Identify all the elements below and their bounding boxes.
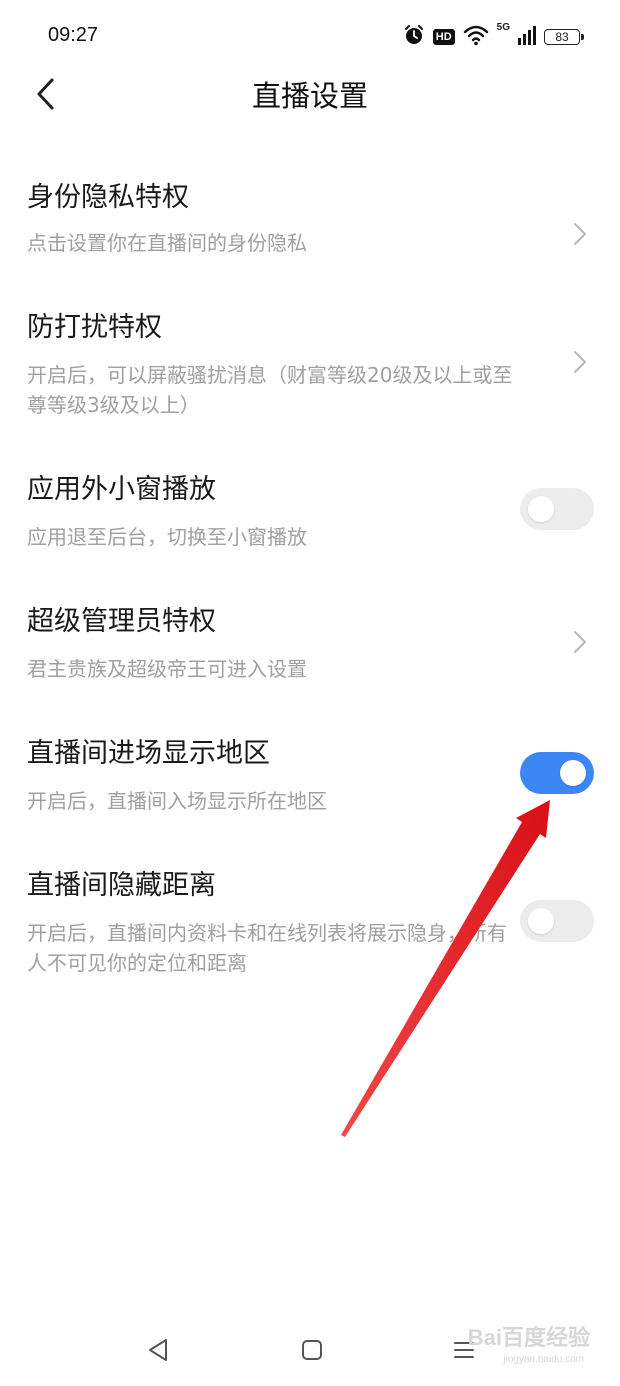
setting-desc: 君主贵族及超级帝王可进入设置: [27, 657, 307, 681]
watermark-url: jingyan.baidu.com: [503, 1354, 584, 1365]
battery-level: 83: [555, 30, 569, 44]
setting-desc: 开启后，直播间入场显示所在地区: [27, 789, 327, 813]
page-title: 直播设置: [251, 79, 368, 113]
watermark-logo: Bai百度经验: [467, 1325, 590, 1350]
toggle-knob: [528, 908, 554, 934]
home-square-icon[interactable]: [294, 1332, 330, 1368]
entry-region-toggle[interactable]: [520, 752, 594, 794]
setting-floating-window: 应用外小窗播放 应用退至后台，切换至小窗播放: [0, 470, 620, 590]
status-icons: HD 5G 83: [403, 22, 584, 50]
network-label: 5G: [496, 22, 510, 33]
wifi-icon: [463, 24, 489, 50]
floating-window-toggle[interactable]: [520, 488, 594, 530]
chevron-right-icon[interactable]: [570, 220, 590, 248]
setting-anti-disturb[interactable]: 防打扰特权 开启后，可以屏蔽骚扰消息（财富等级20级及以上或至尊等级3级及以上）: [0, 308, 620, 458]
signal-icon: [518, 25, 536, 49]
setting-title: 直播间隐藏距离: [27, 870, 216, 901]
setting-title: 直播间进场显示地区: [27, 738, 270, 769]
setting-title: 身份隐私特权: [27, 182, 189, 213]
setting-super-admin[interactable]: 超级管理员特权 君主贵族及超级帝王可进入设置: [0, 602, 620, 722]
alarm-icon: [403, 24, 425, 50]
setting-desc: 开启后，直播间内资料卡和在线列表将展示隐身，所有人不可见你的定位和距离: [27, 921, 507, 975]
setting-hide-distance: 直播间隐藏距离 开启后，直播间内资料卡和在线列表将展示隐身，所有人不可见你的定位…: [0, 866, 620, 996]
toggle-knob: [560, 760, 586, 786]
back-triangle-icon[interactable]: [140, 1332, 176, 1368]
setting-identity-privacy[interactable]: 身份隐私特权 点击设置你在直播间的身份隐私: [0, 178, 620, 298]
chevron-right-icon[interactable]: [570, 628, 590, 656]
setting-title: 应用外小窗播放: [27, 474, 216, 505]
hide-distance-toggle[interactable]: [520, 900, 594, 942]
setting-desc: 应用退至后台，切换至小窗播放: [27, 525, 307, 549]
toggle-knob: [528, 496, 554, 522]
setting-desc: 开启后，可以屏蔽骚扰消息（财富等级20级及以上或至尊等级3级及以上）: [27, 363, 513, 417]
hd-icon: HD: [432, 29, 455, 45]
setting-title: 超级管理员特权: [27, 606, 216, 637]
status-time: 09:27: [48, 24, 99, 46]
chevron-right-icon[interactable]: [570, 348, 590, 376]
status-bar: 09:27 HD 5G 83: [0, 0, 620, 74]
battery-icon: 83: [544, 29, 584, 45]
setting-title: 防打扰特权: [27, 312, 162, 343]
setting-entry-region: 直播间进场显示地区 开启后，直播间入场显示所在地区: [0, 734, 620, 854]
setting-desc: 点击设置你在直播间的身份隐私: [27, 231, 307, 255]
